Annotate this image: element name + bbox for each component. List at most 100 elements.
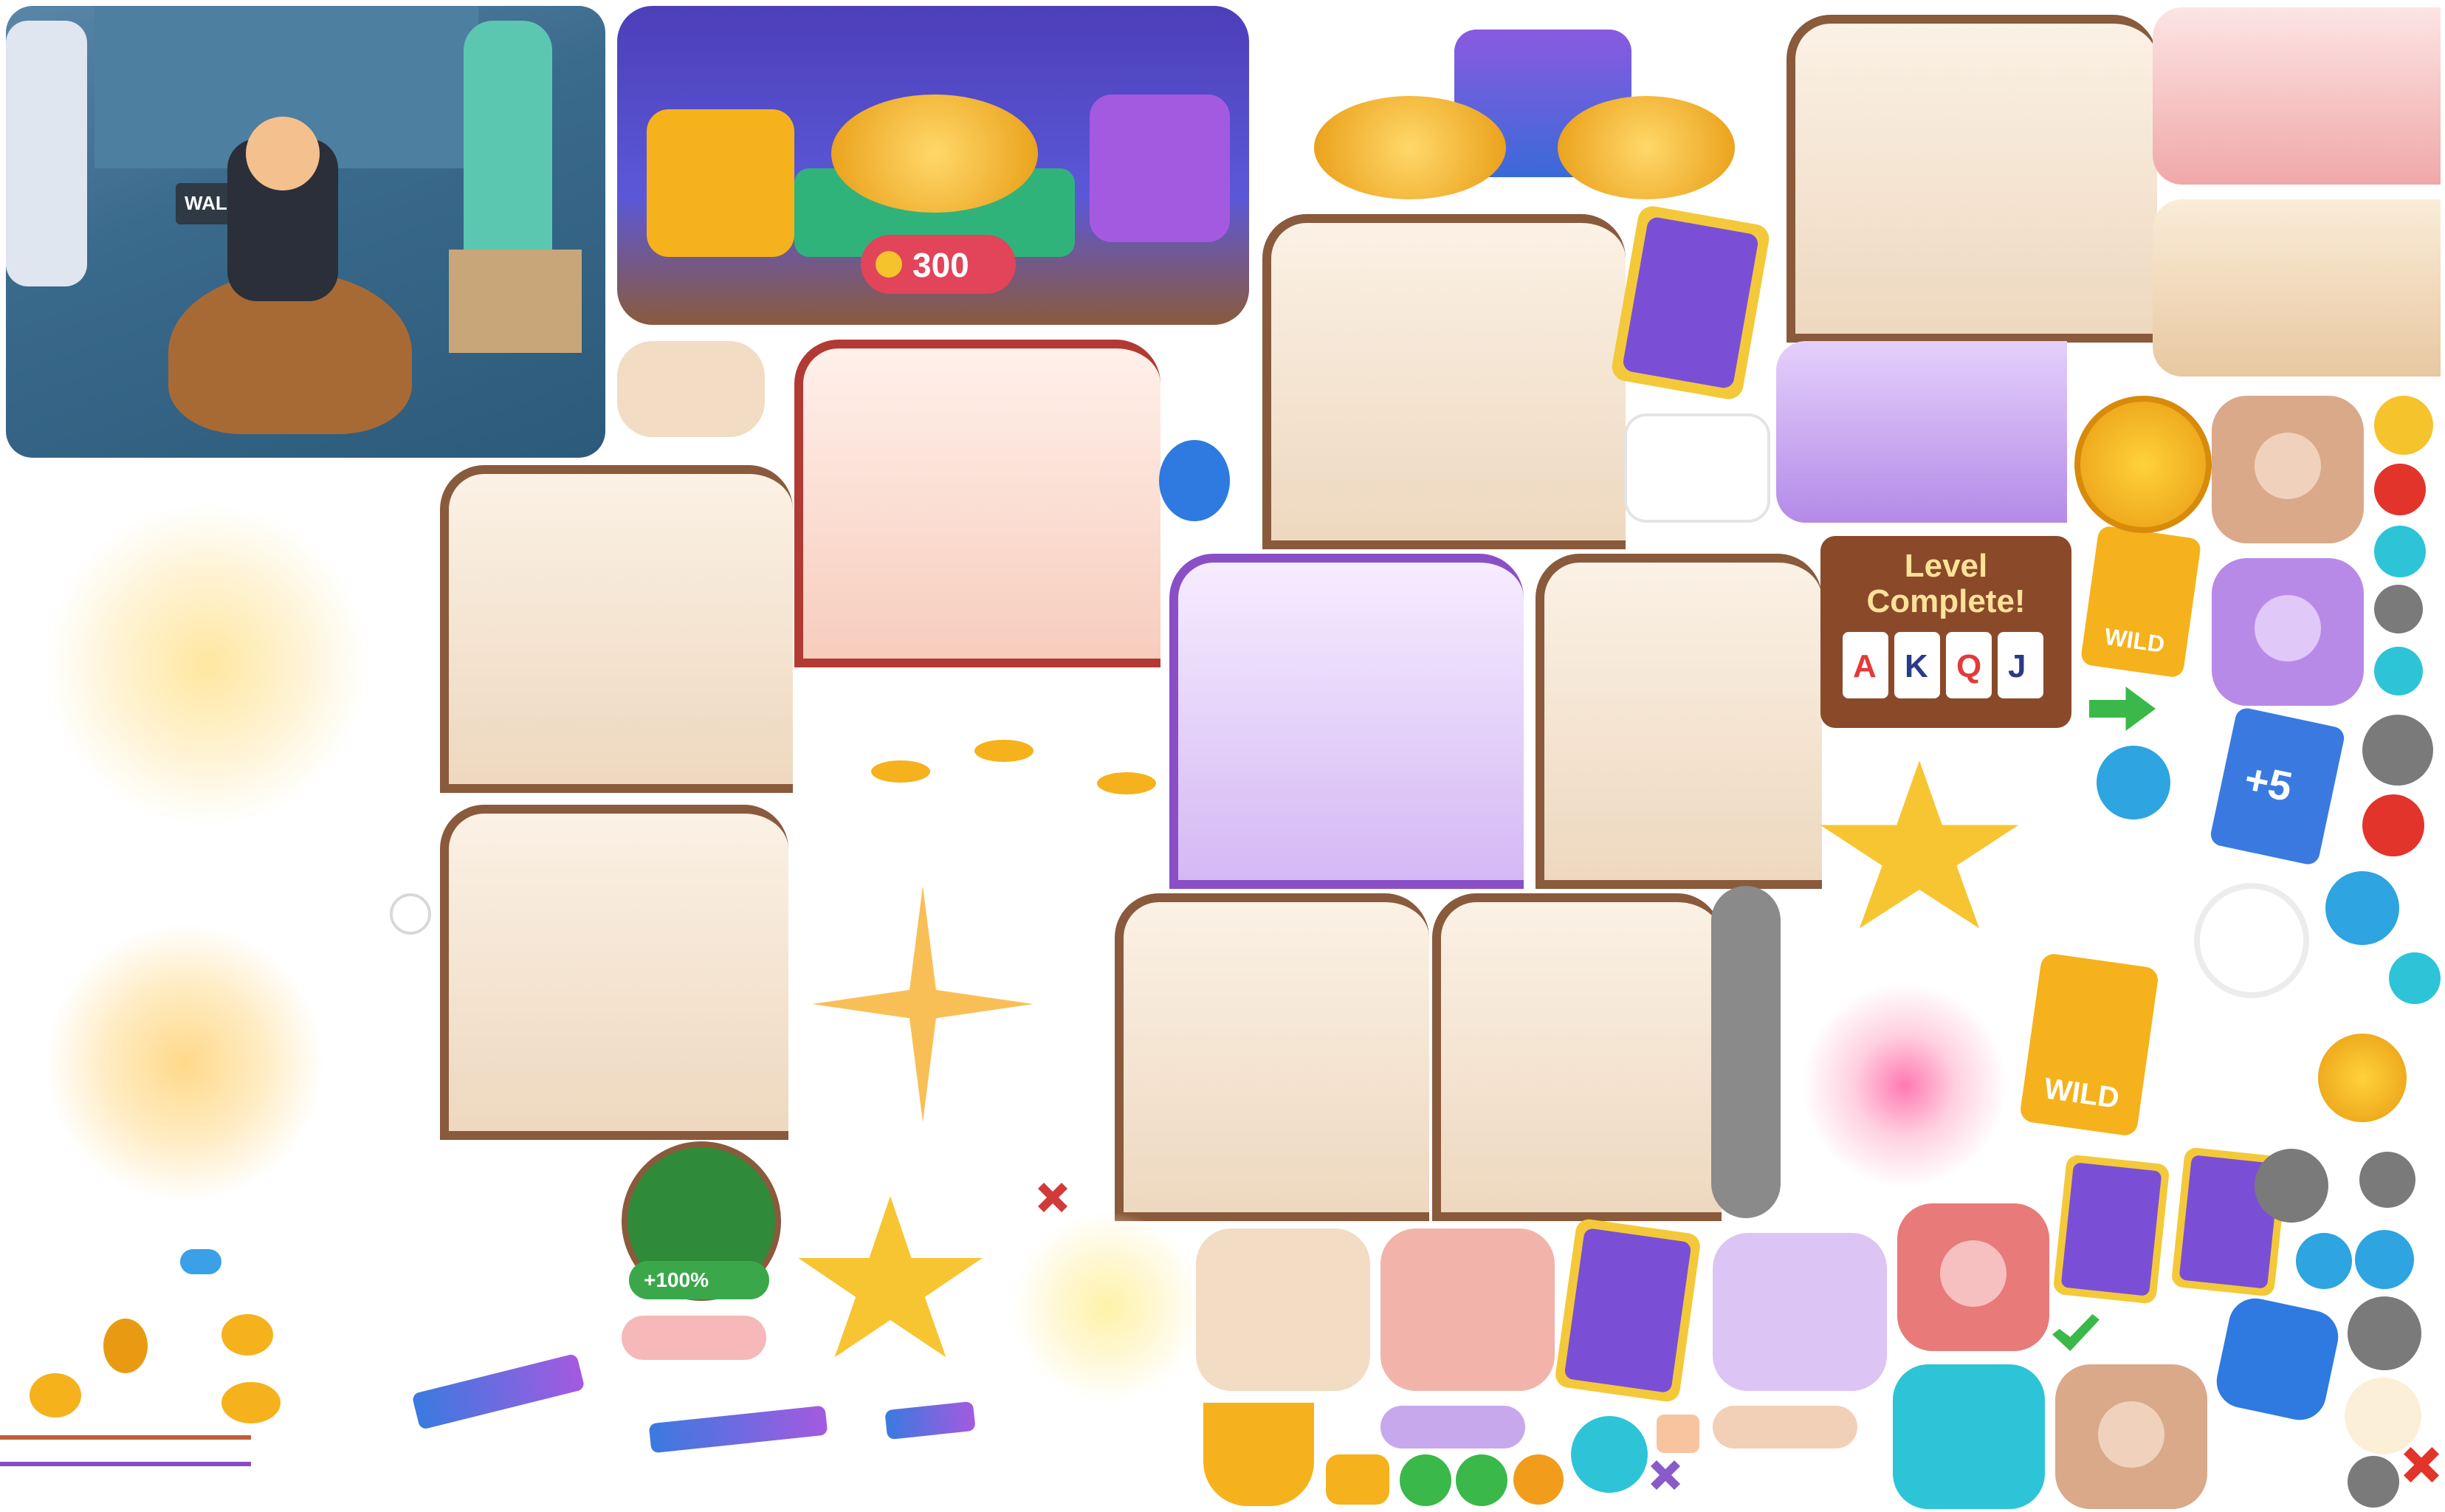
play-icon[interactable] <box>1326 1454 1389 1505</box>
scattered-coin <box>974 740 1034 762</box>
vibrate-off-icon[interactable] <box>2359 1152 2415 1208</box>
vibrate-off-icon[interactable] <box>2348 1456 2399 1508</box>
level-complete-line2: Complete! <box>1866 583 2026 619</box>
wild-card-small: WILD <box>2080 525 2202 678</box>
star-icon <box>1820 760 2019 929</box>
gear-icon[interactable] <box>390 893 431 935</box>
heart-coin-icon <box>2074 396 2212 533</box>
loading-ring-icon <box>2194 883 2309 998</box>
lock-tile-tan-bottom[interactable] <box>2055 1364 2207 1509</box>
level-complete-cards: A K Q J <box>1843 632 2049 706</box>
lock-tile-purple[interactable] <box>2212 558 2364 706</box>
close-x-icon[interactable] <box>1038 1183 1067 1212</box>
level-complete-line1: Level <box>1904 548 1988 584</box>
tan-small-tile <box>617 341 765 437</box>
coin-heap-right <box>1558 96 1735 199</box>
gear-icon[interactable] <box>2296 1233 2352 1289</box>
statue-of-liberty <box>464 21 552 264</box>
purple-ribbon <box>411 1353 585 1431</box>
cream-circle <box>2345 1378 2421 1454</box>
purple-ribbon <box>884 1401 976 1440</box>
vibrate-icon[interactable] <box>2389 952 2441 1004</box>
coin-heap-left <box>1314 96 1506 199</box>
vibrate-icon[interactable] <box>1571 1416 1648 1493</box>
wild-card-large-label: WILD <box>2042 1072 2122 1116</box>
grey-scrollbar[interactable] <box>1711 886 1781 1218</box>
video-screen-left <box>647 109 794 257</box>
statue-pedestal <box>449 250 582 353</box>
undo-arrow-icon[interactable] <box>2212 1293 2343 1425</box>
vibrate-off-icon[interactable] <box>2348 1296 2421 1370</box>
music-note-icon[interactable] <box>2097 746 2170 819</box>
tan-swatch <box>1196 1228 1370 1391</box>
cream-panel-bottom-1 <box>1115 893 1429 1221</box>
orange-dot <box>1513 1454 1564 1505</box>
sound-on-icon[interactable] <box>2325 871 2399 945</box>
sound-on-icon[interactable] <box>2355 1230 2414 1289</box>
lock-tile-red[interactable] <box>1897 1203 2049 1351</box>
plus-five-label: +5 <box>2240 755 2297 811</box>
yellow-sparkle <box>1011 1211 1203 1403</box>
treasure-chest-coins <box>1314 7 1735 207</box>
lock-icon <box>2255 595 2321 662</box>
coin-reward-value: 300 <box>912 246 969 284</box>
tan-pill <box>1713 1406 1857 1449</box>
purple-panel <box>1169 554 1524 889</box>
coin-price-tag: 300 <box>861 235 1016 294</box>
lock-tile-tan[interactable] <box>2212 396 2364 543</box>
pink-sparkle <box>1801 982 2008 1189</box>
orange-glow <box>44 923 325 1203</box>
scattered-coin <box>1097 772 1156 794</box>
level-complete-badge: Level Complete! A K Q J <box>1820 536 2071 728</box>
wild-card-large: WILD <box>2018 952 2160 1138</box>
cream-panel-large-top <box>1787 15 2157 343</box>
fan-card <box>1553 1217 1702 1403</box>
pink-gradient-bar <box>2153 7 2441 185</box>
scattered-coin <box>103 1319 148 1373</box>
music-off-icon[interactable] <box>2374 585 2423 633</box>
lock-icon <box>2098 1401 2164 1468</box>
music-note-icon[interactable] <box>2374 647 2423 695</box>
power-icon[interactable] <box>2362 794 2424 856</box>
coin-pile <box>831 94 1038 213</box>
coin-icon <box>876 251 902 278</box>
fan-card-small <box>2052 1154 2170 1305</box>
wall-street-banner: WALL <box>6 6 605 458</box>
cyan-tile[interactable] <box>1893 1364 2045 1509</box>
lock-icon <box>1940 1240 2006 1307</box>
peach-tile <box>1657 1415 1699 1453</box>
cloud-icon <box>180 1249 221 1274</box>
cyan-dot <box>2374 526 2426 577</box>
plus-five-card: +5 <box>2208 706 2347 867</box>
cream-panel-mid <box>1262 214 1626 549</box>
tan-gradient-bar <box>2153 199 2441 377</box>
plus-icon[interactable] <box>1400 1454 1451 1506</box>
close-x-icon[interactable] <box>1651 1460 1680 1490</box>
checkmark-icon[interactable] <box>1456 1454 1507 1506</box>
sound-off-icon[interactable] <box>2362 715 2433 786</box>
trophy-icon <box>1203 1403 1314 1506</box>
ornament-divider <box>0 1435 251 1440</box>
scattered-coin <box>221 1382 281 1423</box>
orange-sparkle <box>812 886 1034 1122</box>
heart-coin-icon <box>2318 1034 2407 1122</box>
businessman-head <box>246 117 320 190</box>
baseball-player <box>6 21 87 286</box>
star-icon <box>798 1196 983 1358</box>
scattered-coin <box>871 760 930 783</box>
cream-panel-right-mid <box>1536 554 1822 889</box>
chat-bubble-icon <box>1624 413 1770 523</box>
sound-off-icon[interactable] <box>2255 1149 2328 1223</box>
purple-gradient-bar <box>1776 341 2067 523</box>
sun-glow <box>44 502 369 827</box>
red-dot <box>2374 464 2426 515</box>
wild-card-label: WILD <box>2102 622 2167 658</box>
ornament-divider <box>0 1462 251 1466</box>
green-arrow-icon[interactable] <box>2089 687 2156 731</box>
cream-panel-left-2 <box>440 805 788 1140</box>
close-x-icon[interactable] <box>2404 1447 2439 1482</box>
purple-ribbon <box>648 1405 828 1454</box>
scattered-coin <box>30 1373 81 1418</box>
coin-reward-banner: 300 <box>617 6 1249 325</box>
checkmark-icon <box>2052 1314 2100 1351</box>
